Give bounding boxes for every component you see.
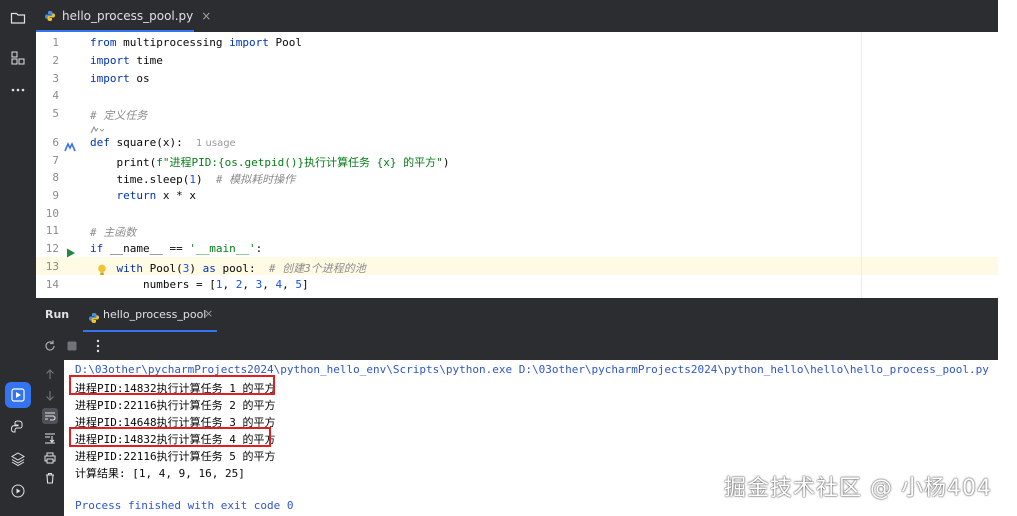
- code-line-9: return x * x: [90, 189, 196, 202]
- console-line-exit: Process finished with exit code 0: [75, 499, 294, 512]
- highlight-box-pid-14832-task-4: [69, 427, 271, 447]
- editor-scroll-area[interactable]: [998, 32, 1017, 298]
- print-icon[interactable]: [42, 450, 58, 466]
- code-line-6: def square(x): 1 usage: [90, 136, 236, 149]
- soft-wrap-icon[interactable]: [42, 408, 58, 424]
- run-toolbar: [36, 332, 998, 360]
- line-number: 14: [45, 278, 59, 291]
- python-file-icon: [44, 7, 56, 26]
- console-side-toolbar: [36, 360, 64, 516]
- code-line-1: from multiprocessing import Pool: [90, 36, 302, 49]
- clear-all-icon[interactable]: [42, 470, 58, 486]
- structure-icon[interactable]: [0, 44, 36, 72]
- editor-tab-bar: hello_process_pool.py ×: [36, 0, 998, 32]
- line-number: 8: [52, 171, 59, 184]
- run-tab-close-icon[interactable]: ×: [204, 307, 213, 320]
- line-number: 12: [45, 242, 59, 255]
- line-number: 13: [45, 260, 59, 273]
- folder-icon[interactable]: [0, 4, 36, 32]
- line-number: 1: [52, 36, 59, 49]
- line-number: 4: [52, 89, 59, 102]
- more-options-icon[interactable]: [90, 338, 106, 354]
- console-line: 进程PID:22116执行计算任务 5 的平方: [75, 450, 276, 463]
- code-line-5: # 定义任务: [90, 109, 148, 122]
- code-line-13: with Pool(3) as pool: # 创建3个进程的池: [90, 262, 366, 275]
- console-line-result: 计算结果: [1, 4, 9, 16, 25]: [75, 467, 245, 480]
- console-line: 进程PID:22116执行计算任务 2 的平方: [75, 399, 276, 412]
- tool-window-sidebar: [0, 0, 36, 516]
- implements-marker-icon[interactable]: [64, 137, 76, 156]
- line-number: 11: [45, 224, 59, 237]
- run-header: Run hello_process_pool ×: [36, 298, 998, 332]
- line-number: 3: [52, 72, 59, 85]
- line-number: 6: [52, 136, 59, 149]
- tabbar-spacer: [998, 0, 1017, 32]
- code-line-7: print(f"进程PID:{os.getpid()}执行计算任务 {x} 的平…: [90, 156, 450, 169]
- services-icon[interactable]: [0, 477, 36, 505]
- code-line-11: # 主函数: [90, 226, 137, 239]
- layers-icon[interactable]: [0, 445, 36, 473]
- code-line-14: numbers = [1, 2, 3, 4, 5]: [90, 278, 309, 291]
- run-title: Run: [45, 308, 70, 321]
- highlight-box-pid-14832-task-1: [69, 375, 275, 395]
- scroll-down-icon[interactable]: [42, 388, 58, 404]
- run-gutter-icon[interactable]: [66, 243, 76, 262]
- code-line-3: import os: [90, 72, 150, 85]
- code-line-12: if __name__ == '__main__':: [90, 242, 263, 255]
- line-number: 10: [45, 207, 59, 220]
- code-line-8: time.sleep(1) # 模拟耗时操作: [90, 173, 296, 186]
- rerun-icon[interactable]: [42, 338, 58, 354]
- run-tab-hello-process-pool[interactable]: hello_process_pool ×: [83, 298, 217, 332]
- code-line-2: import time: [90, 54, 163, 67]
- line-number: 9: [52, 189, 59, 202]
- right-margin-guide: [861, 32, 862, 298]
- stop-icon[interactable]: [64, 338, 80, 354]
- more-icon[interactable]: [0, 76, 36, 104]
- line-number: 5: [52, 107, 59, 120]
- python-console-icon[interactable]: [0, 413, 36, 441]
- line-number: 7: [52, 154, 59, 167]
- scroll-to-end-icon[interactable]: [42, 430, 58, 446]
- run-icon[interactable]: [5, 382, 31, 408]
- tab-close-icon[interactable]: ×: [201, 9, 211, 23]
- tab-label: hello_process_pool.py: [62, 9, 194, 23]
- code-editor[interactable]: 1 2 3 4 5 6 7 8 9 10 11 12 13 14 from mu…: [36, 32, 998, 298]
- python-run-config-icon: [88, 309, 100, 328]
- usages-hint[interactable]: 1 usage: [196, 138, 236, 149]
- console-scroll-area[interactable]: [998, 298, 1017, 516]
- run-tab-label: hello_process_pool: [103, 308, 207, 321]
- tab-hello-process-pool[interactable]: hello_process_pool.py ×: [36, 0, 211, 32]
- line-number: 2: [52, 54, 59, 67]
- watermark: 掘金技术社区 @ 小杨404: [724, 476, 992, 501]
- scroll-up-icon[interactable]: [42, 366, 58, 382]
